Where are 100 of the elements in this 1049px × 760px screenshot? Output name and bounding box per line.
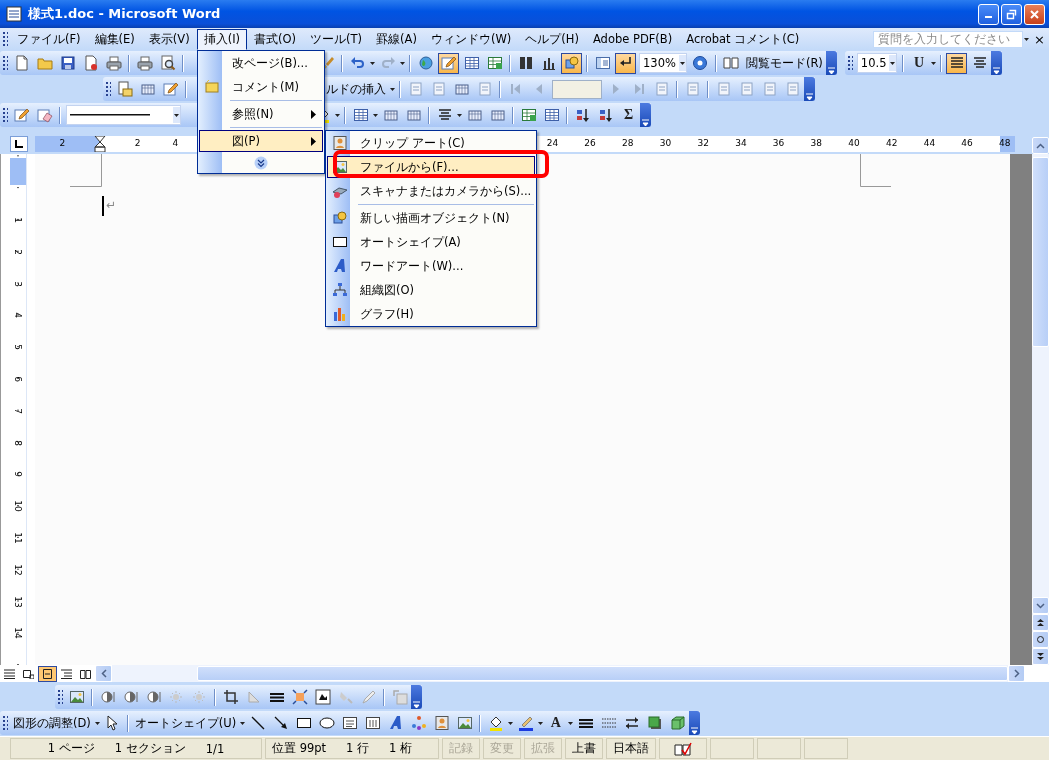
menu-item[interactable]: 改ページ(B)...: [199, 52, 323, 74]
view-button[interactable]: [38, 665, 57, 682]
field-icon[interactable]: [684, 81, 701, 97]
field-icon[interactable]: [430, 81, 447, 97]
caret-icon[interactable]: [889, 55, 897, 71]
menu-item[interactable]: 表示(V): [141, 28, 197, 50]
toolbar-grip[interactable]: [2, 107, 8, 123]
toolbar-button[interactable]: A: [545, 712, 567, 734]
expand-icon[interactable]: [254, 156, 268, 170]
diagram-icon[interactable]: [410, 715, 427, 731]
toolbar-grip[interactable]: [57, 689, 63, 705]
toolbar-grip[interactable]: [2, 55, 8, 71]
shadow-icon[interactable]: [646, 715, 663, 731]
field-icon[interactable]: [407, 81, 424, 97]
text-box-icon[interactable]: [364, 715, 381, 731]
sort-icon[interactable]: [597, 107, 614, 123]
restore-button[interactable]: [1001, 3, 1022, 25]
spreadsheet-icon[interactable]: [520, 107, 537, 123]
page-icon[interactable]: [82, 55, 99, 71]
contrast-icon[interactable]: [145, 689, 162, 705]
dash-style-icon[interactable]: [600, 715, 617, 731]
toggle-button[interactable]: [438, 52, 459, 74]
browse-object-button[interactable]: [1032, 631, 1049, 648]
menu-item[interactable]: Acrobat コメント(C): [679, 28, 807, 50]
magnifier-icon[interactable]: [159, 55, 176, 71]
grid-icon[interactable]: [453, 81, 470, 97]
crop-icon[interactable]: [222, 689, 239, 705]
toolbar-button[interactable]: U: [908, 52, 930, 74]
cube-icon[interactable]: [669, 715, 686, 731]
mail-icon[interactable]: [116, 81, 133, 97]
align-icon[interactable]: [436, 107, 453, 123]
field-icon[interactable]: [476, 81, 493, 97]
toolbar-options-button[interactable]: [689, 711, 701, 735]
printer-icon[interactable]: [136, 55, 153, 71]
field-icon[interactable]: [738, 81, 755, 97]
field-icon[interactable]: [653, 81, 670, 97]
line-icon[interactable]: [249, 715, 266, 731]
menu-item[interactable]: 挿入(I): [196, 28, 248, 50]
image-icon[interactable]: [456, 715, 473, 731]
field-icon[interactable]: [761, 81, 778, 97]
combo-box[interactable]: 10.5: [856, 53, 898, 73]
menu-item[interactable]: ワードアート(W)...: [327, 255, 535, 277]
paint-bucket-icon[interactable]: [487, 715, 504, 731]
previous-page-button[interactable]: [1032, 614, 1049, 631]
spreadsheet-icon[interactable]: [486, 55, 503, 71]
menu-item[interactable]: ツール(T): [303, 28, 370, 50]
menu-item[interactable]: 新しい描画オブジェクト(N): [327, 207, 535, 229]
toolbar-button[interactable]: ルドの挿入: [323, 81, 389, 97]
arrow-icon[interactable]: [272, 715, 289, 731]
close-document-button[interactable]: ×: [1030, 31, 1049, 47]
contrast-icon[interactable]: [122, 689, 139, 705]
grid-icon[interactable]: [405, 107, 422, 123]
next-page-button[interactable]: [1032, 648, 1049, 665]
text-box-icon[interactable]: [341, 715, 358, 731]
table-icon[interactable]: [543, 107, 560, 123]
menu-item[interactable]: オートシェイプ(A): [327, 231, 535, 253]
rectangle-icon[interactable]: [295, 715, 312, 731]
tab-stop-button[interactable]: [10, 136, 28, 152]
contrast-icon[interactable]: [99, 689, 116, 705]
minimize-button[interactable]: [978, 3, 999, 25]
toolbar-options-button[interactable]: [991, 51, 1003, 75]
eraser-icon[interactable]: [36, 107, 53, 123]
menu-item[interactable]: 書式(O): [247, 28, 304, 50]
menu-item[interactable]: 参照(N): [199, 103, 323, 125]
toggle-button[interactable]: [946, 52, 968, 74]
menu-item[interactable]: ウィンドウ(W): [423, 28, 519, 50]
image-icon[interactable]: [68, 689, 85, 705]
table-icon[interactable]: [463, 55, 480, 71]
help-search-field[interactable]: 質問を入力してください: [873, 30, 1024, 48]
help-icon[interactable]: [692, 55, 709, 71]
toolbar-options-button[interactable]: [640, 103, 651, 127]
toolbar-options-button[interactable]: [804, 77, 815, 101]
bar-chart-icon[interactable]: [540, 55, 557, 71]
vertical-scrollbar[interactable]: [1032, 154, 1049, 665]
line-style-box[interactable]: [66, 105, 181, 125]
toolbar-button[interactable]: 閲覧モード(R): [742, 55, 826, 71]
menu-item[interactable]: 図(P): [199, 130, 323, 152]
menu-item[interactable]: Adobe PDF(B): [585, 29, 680, 49]
sort-icon[interactable]: [574, 107, 591, 123]
columns-icon[interactable]: [517, 55, 534, 71]
scrollbar-thumb[interactable]: [1032, 157, 1049, 347]
document-icon[interactable]: [594, 55, 611, 71]
menu-item[interactable]: 編集(E): [87, 28, 142, 50]
toggle-button[interactable]: [615, 52, 636, 74]
undo-icon[interactable]: [349, 55, 366, 71]
book-icon[interactable]: [723, 55, 740, 71]
menu-item[interactable]: スキャナまたはカメラから(S)...: [327, 180, 535, 202]
page-icon[interactable]: [13, 55, 30, 71]
toolbar-grip[interactable]: [105, 81, 111, 97]
field-icon[interactable]: [715, 81, 732, 97]
close-button[interactable]: [1024, 3, 1045, 25]
wordart-icon[interactable]: [387, 715, 404, 731]
pen-icon[interactable]: [517, 715, 534, 731]
menu-item[interactable]: グラフ(H): [327, 303, 535, 325]
toolbar-grip[interactable]: [2, 715, 8, 731]
record-field[interactable]: [552, 79, 602, 99]
scrollbar-thumb[interactable]: [197, 666, 1008, 681]
ellipse-icon[interactable]: [318, 715, 335, 731]
table-icon[interactable]: [352, 107, 369, 123]
grid-icon[interactable]: [489, 107, 506, 123]
